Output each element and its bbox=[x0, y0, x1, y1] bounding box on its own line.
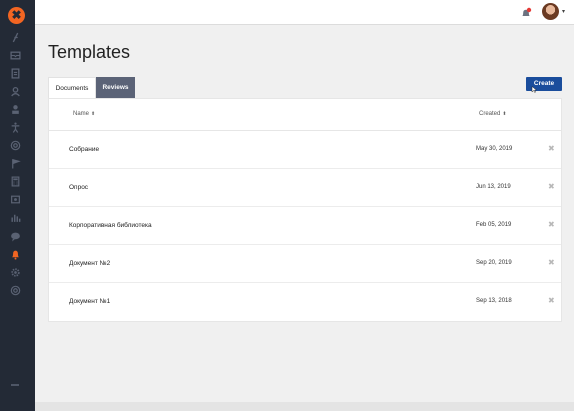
table-row[interactable]: Собрание May 30, 2019 ✖ bbox=[49, 131, 561, 169]
template-name[interactable]: Собрание bbox=[69, 146, 99, 153]
accessibility-icon[interactable] bbox=[9, 122, 22, 133]
table-row[interactable]: Корпоративная библиотека Feb 05, 2019 ✖ bbox=[49, 207, 561, 245]
bar-chart-icon[interactable] bbox=[9, 212, 22, 223]
page-title: Templates bbox=[48, 42, 131, 62]
flag-icon[interactable] bbox=[9, 158, 22, 169]
table-row[interactable]: Документ №2 Sep 20, 2019 ✖ bbox=[49, 245, 561, 283]
user-outline-icon[interactable] bbox=[9, 104, 22, 115]
inbox-icon[interactable] bbox=[9, 50, 22, 61]
chevron-down-icon[interactable]: ▾ bbox=[562, 8, 565, 15]
avatar[interactable] bbox=[542, 3, 559, 20]
media-icon[interactable] bbox=[9, 194, 22, 205]
bottom-bar bbox=[35, 402, 574, 411]
target-icon[interactable] bbox=[9, 140, 22, 151]
mouse-cursor-icon bbox=[531, 86, 537, 93]
tab-bar: Documents Reviews bbox=[48, 77, 135, 98]
delete-icon[interactable]: ✖ bbox=[548, 182, 555, 192]
created-date: Sep 13, 2018 bbox=[476, 298, 512, 304]
delete-icon[interactable]: ✖ bbox=[548, 296, 555, 306]
column-header-name[interactable]: Name ⬍ bbox=[73, 111, 95, 117]
sidebar: ✖ bbox=[0, 0, 35, 411]
user-icon[interactable] bbox=[9, 86, 22, 97]
gear-icon[interactable] bbox=[9, 267, 22, 278]
delete-icon[interactable]: ✖ bbox=[548, 220, 555, 230]
app-logo[interactable]: ✖ bbox=[8, 7, 25, 24]
table-row[interactable]: Опрос Jun 13, 2019 ✖ bbox=[49, 169, 561, 207]
created-date: Sep 20, 2019 bbox=[476, 260, 512, 266]
column-header-created[interactable]: Created ⬍ bbox=[479, 111, 507, 117]
created-date: May 30, 2019 bbox=[476, 146, 513, 152]
sort-icon: ⬍ bbox=[91, 111, 96, 117]
bell-icon[interactable] bbox=[9, 249, 22, 260]
document-icon[interactable] bbox=[9, 68, 22, 79]
help-icon[interactable] bbox=[9, 285, 22, 296]
tab-documents[interactable]: Documents bbox=[48, 77, 96, 98]
templates-table: Name ⬍ Created ⬍ Собрание May 30, 2019 ✖ О… bbox=[48, 98, 562, 322]
delete-icon[interactable]: ✖ bbox=[548, 144, 555, 154]
chat-icon[interactable] bbox=[9, 231, 22, 242]
table-header: Name ⬍ Created ⬍ bbox=[49, 99, 561, 131]
top-bar: ▾ bbox=[35, 0, 574, 25]
table-row[interactable]: Документ №1 Sep 13, 2018 ✖ bbox=[49, 283, 561, 321]
delete-icon[interactable]: ✖ bbox=[548, 258, 555, 268]
template-name[interactable]: Документ №1 bbox=[69, 298, 110, 305]
template-name[interactable]: Корпоративная библиотека bbox=[69, 222, 152, 229]
sidebar-collapse-handle[interactable] bbox=[11, 384, 19, 386]
notification-icon[interactable] bbox=[520, 7, 532, 19]
template-name[interactable]: Опрос bbox=[69, 184, 88, 191]
tab-reviews[interactable]: Reviews bbox=[96, 77, 135, 98]
sort-icon: ⬍ bbox=[502, 111, 507, 117]
feather-icon[interactable] bbox=[9, 32, 22, 43]
created-date: Feb 05, 2019 bbox=[476, 222, 512, 228]
created-date: Jun 13, 2019 bbox=[476, 184, 511, 190]
calculator-icon[interactable] bbox=[9, 176, 22, 187]
template-name[interactable]: Документ №2 bbox=[69, 260, 110, 267]
